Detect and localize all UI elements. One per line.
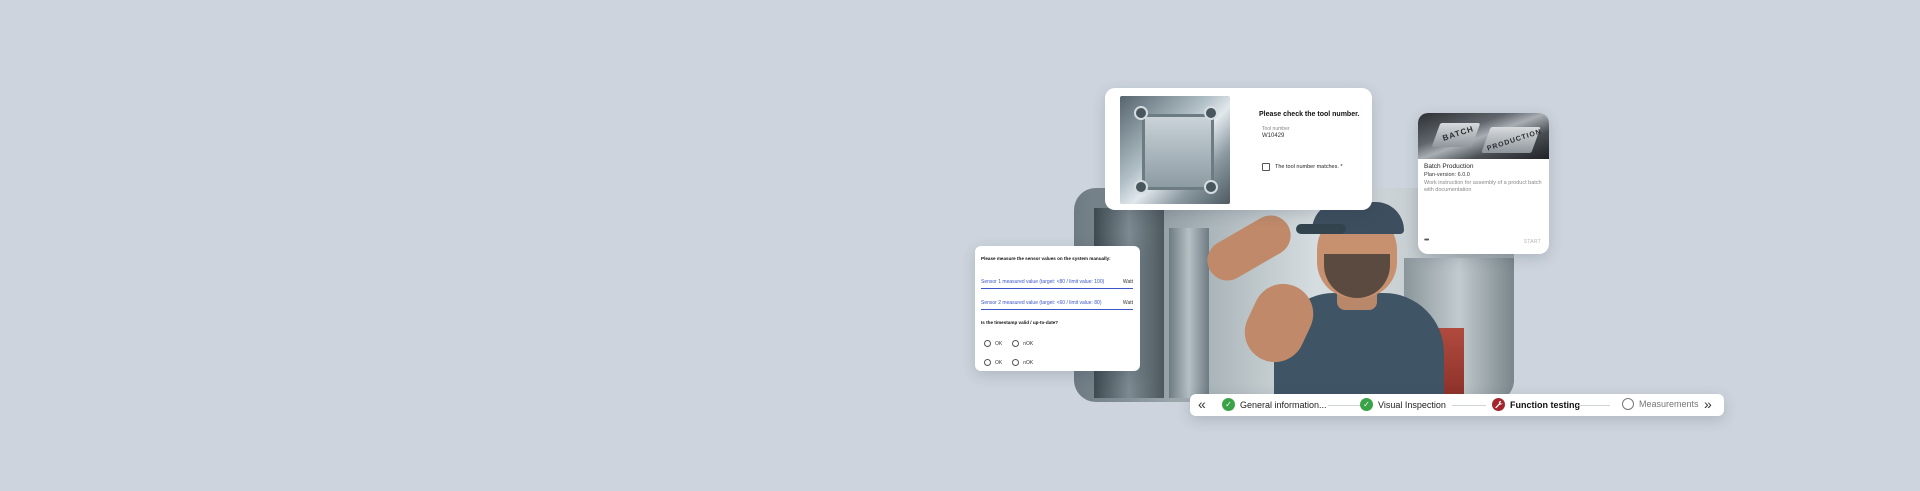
step-label: Measurements	[1639, 399, 1699, 409]
step-navigation-bar: « ✓ General information... ✓ Visual Insp…	[1190, 394, 1724, 416]
sensor-1-label: Sensor 1 measured value (target: <80 / l…	[981, 279, 1105, 285]
ok-radio[interactable]	[984, 359, 991, 366]
nok-radio[interactable]	[1012, 340, 1020, 347]
sensor-measurement-card: Please measure the sensor values on the …	[975, 246, 1140, 371]
step-connector	[1576, 405, 1610, 406]
tool-image	[1120, 96, 1230, 204]
previous-step-icon[interactable]: «	[1198, 397, 1206, 411]
nok-label: nOK	[1023, 340, 1034, 347]
step-label: Visual Inspection	[1378, 399, 1446, 410]
sensor-2-label: Sensor 2 measured value (target: <60 / l…	[981, 300, 1102, 306]
step-connector	[1328, 405, 1362, 406]
sensor-card-title: Please measure the sensor values on the …	[981, 256, 1111, 261]
batch-production-image: BATCH PRODUCTION	[1418, 113, 1549, 159]
step-label: Function testing	[1510, 399, 1580, 410]
ok-label: OK	[995, 340, 1003, 347]
check-icon: ✓	[1222, 398, 1235, 411]
more-options-icon[interactable]: •••	[1424, 237, 1429, 244]
nok-label: nOK	[1023, 359, 1034, 366]
nok-radio[interactable]	[1012, 359, 1020, 366]
tool-check-title: Please check the tool number.	[1259, 111, 1360, 118]
step-connector	[1452, 405, 1486, 406]
tool-check-card: Please check the tool number. Tool numbe…	[1105, 88, 1372, 210]
step-visual-inspection[interactable]: ✓ Visual Inspection	[1360, 398, 1446, 411]
tool-number-label: Tool number	[1262, 126, 1290, 132]
ok-radio[interactable]	[984, 340, 991, 347]
batch-production-card[interactable]: BATCH PRODUCTION Batch Production Plan-v…	[1418, 113, 1549, 254]
wrench-icon	[1492, 398, 1505, 411]
sensor-1-unit: Watt	[1122, 279, 1133, 285]
tool-number-match-label: The tool number matches. *	[1275, 164, 1343, 170]
checkbox-icon[interactable]	[1262, 163, 1270, 171]
radio-row: OK nOK	[984, 340, 1033, 347]
check-icon: ✓	[1360, 398, 1373, 411]
timestamp-question: Is the timestamp valid / up-to-date?	[981, 320, 1059, 325]
circle-icon	[1622, 398, 1634, 410]
step-measurements[interactable]: Measurements	[1622, 398, 1699, 410]
step-label: General information...	[1240, 399, 1327, 410]
batch-description: Work instruction for assembly of a produ…	[1424, 180, 1542, 194]
tool-number-value[interactable]: W10429	[1262, 133, 1284, 139]
sensor-2-unit: Watt	[1122, 300, 1133, 306]
radio-row: OK nOK	[984, 359, 1033, 366]
batch-title: Batch Production	[1424, 163, 1474, 170]
sensor-2-input[interactable]: Sensor 2 measured value (target: <60 / l…	[981, 299, 1133, 310]
ok-label: OK	[995, 359, 1003, 366]
batch-version: Plan-version: 6.0.0	[1424, 172, 1470, 178]
start-button[interactable]: START	[1524, 239, 1541, 245]
step-general-information[interactable]: ✓ General information...	[1222, 398, 1327, 411]
sensor-1-input[interactable]: Sensor 1 measured value (target: <80 / l…	[981, 278, 1133, 289]
tool-number-match-checkbox[interactable]: The tool number matches. *	[1262, 163, 1343, 171]
next-step-icon[interactable]: »	[1704, 397, 1712, 411]
step-function-testing[interactable]: Function testing	[1492, 398, 1580, 411]
